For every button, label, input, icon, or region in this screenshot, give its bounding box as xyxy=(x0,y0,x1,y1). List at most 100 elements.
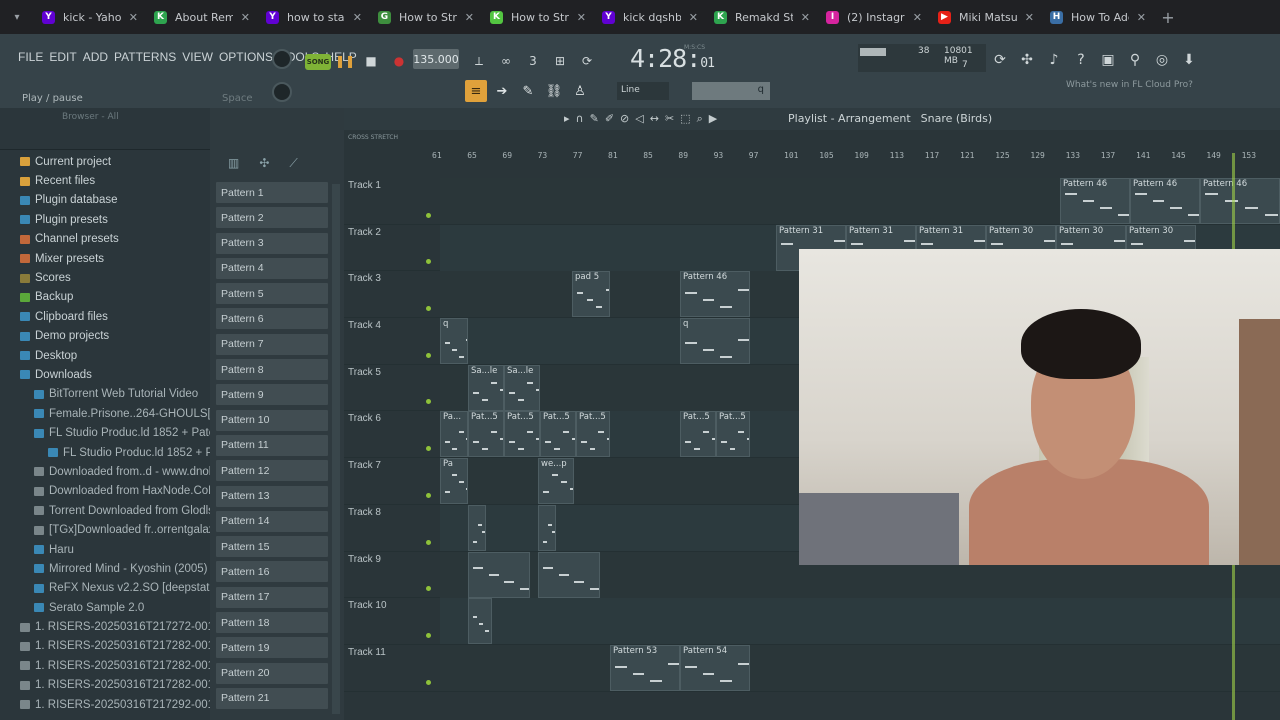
track-name[interactable]: Track 1 xyxy=(348,180,381,191)
track-mute-dot[interactable] xyxy=(426,632,431,638)
slice-icon[interactable]: ✂ xyxy=(665,112,674,126)
microphone-icon[interactable]: ♪ xyxy=(1044,50,1064,70)
pattern-clip[interactable] xyxy=(468,598,492,645)
tempo-display[interactable]: 135.000 xyxy=(413,49,459,69)
track-name[interactable]: Track 11 xyxy=(348,647,386,658)
tab-close-icon[interactable]: ✕ xyxy=(241,11,250,24)
brush-icon[interactable]: ✎ xyxy=(517,80,539,102)
link-icon[interactable]: ⛓ xyxy=(543,80,565,102)
pattern-selector[interactable]: q xyxy=(692,82,770,100)
pattern-scrollbar[interactable] xyxy=(332,184,340,714)
track-lane[interactable]: Pattern 53 Pattern 54 xyxy=(440,644,1280,691)
pattern-item[interactable]: Pattern 5 xyxy=(216,283,328,305)
tab-close-icon[interactable]: ✕ xyxy=(689,11,698,24)
stop-icon[interactable]: ■ xyxy=(360,50,382,72)
tab-close-icon[interactable]: ✕ xyxy=(129,11,138,24)
track-lane[interactable]: Pattern 46 Pattern 46 Pattern 46 xyxy=(440,178,1280,224)
tab-close-icon[interactable]: ✕ xyxy=(465,11,474,24)
track-name[interactable]: Track 8 xyxy=(348,507,381,518)
magnet-icon[interactable]: ∩ xyxy=(576,112,584,126)
tab-close-icon[interactable]: ✕ xyxy=(577,11,586,24)
pattern-item[interactable]: Pattern 8 xyxy=(216,359,328,381)
track-name[interactable]: Track 3 xyxy=(348,273,381,284)
pattern-item[interactable]: Pattern 19 xyxy=(216,637,328,659)
browser-item[interactable]: 1. RISERS-20250316T217282-001 (2) xyxy=(0,656,210,675)
slip-icon[interactable]: ↔ xyxy=(650,112,659,126)
pattern-clip[interactable]: Pat...5 xyxy=(576,411,610,458)
pattern-item[interactable]: Pattern 14 xyxy=(216,510,328,532)
pattern-clip[interactable] xyxy=(468,551,530,598)
browser-item[interactable]: [TGx]Downloaded fr..orrentgalaxy.to xyxy=(0,520,210,539)
browser-tab[interactable]: K About Remak ✕ xyxy=(146,0,258,34)
tab-search-icon[interactable]: ▾ xyxy=(0,0,34,34)
browser-tab[interactable]: K How to Strea ✕ xyxy=(482,0,594,34)
pattern-clip[interactable] xyxy=(538,504,556,551)
pattern-clip[interactable]: Sa...le xyxy=(504,364,540,411)
track-mute-dot[interactable] xyxy=(426,539,431,545)
record-icon[interactable]: ● xyxy=(388,50,410,72)
pattern-clip[interactable]: we...p xyxy=(538,458,574,505)
track-mute-dot[interactable] xyxy=(426,212,431,218)
menu-view[interactable]: VIEW xyxy=(182,50,213,64)
pattern-item[interactable]: Pattern 9 xyxy=(216,384,328,406)
pattern-item[interactable]: Pattern 21 xyxy=(216,687,328,709)
browser-item[interactable]: Mixer presets xyxy=(0,249,210,268)
blend-notes-icon[interactable]: ⊞ xyxy=(549,50,571,72)
new-tab-button[interactable]: + xyxy=(1154,8,1182,27)
browser-item[interactable]: Haru xyxy=(0,540,210,559)
browser-item[interactable]: Desktop xyxy=(0,346,210,365)
tab-close-icon[interactable]: ✕ xyxy=(1137,11,1146,24)
pattern-clip[interactable]: Pat...5 xyxy=(540,411,576,458)
browser-tab[interactable]: H How To Add ✕ xyxy=(1042,0,1154,34)
audio-clip-icon[interactable]: ✣ xyxy=(259,156,269,171)
pattern-clip[interactable]: q xyxy=(440,318,468,365)
pattern-clip[interactable] xyxy=(538,551,600,598)
browser-item[interactable]: Torrent Downloaded from Glodls.to xyxy=(0,501,210,520)
pattern-clip[interactable]: Pattern 46 xyxy=(1060,178,1130,224)
pattern-item[interactable]: Pattern 16 xyxy=(216,561,328,583)
browser-item[interactable]: Channel presets xyxy=(0,230,210,249)
menu-add[interactable]: ADD xyxy=(83,50,108,64)
options-icon[interactable]: ▸ xyxy=(564,112,570,126)
browser-item[interactable]: Scores xyxy=(0,268,210,287)
pattern-clip[interactable] xyxy=(468,504,486,551)
news-panel[interactable]: What's new in FL Cloud Pro? xyxy=(1066,80,1200,91)
browser-item[interactable]: FL Studio Produc.ld 1852 + Patch xyxy=(0,443,210,462)
pattern-item[interactable]: Pattern 13 xyxy=(216,485,328,507)
browser-tab[interactable]: Yhow to start ✕ xyxy=(258,0,370,34)
track-mute-dot[interactable] xyxy=(426,352,431,358)
pattern-item[interactable]: Pattern 4 xyxy=(216,257,328,279)
browser-item[interactable]: ReFX Nexus v2.2.SO [deepstatus] xyxy=(0,579,210,598)
pattern-item[interactable]: Pattern 11 xyxy=(216,434,328,456)
browser-item[interactable]: Plugin presets xyxy=(0,210,210,229)
pattern-clip[interactable]: Pat...5 xyxy=(680,411,716,458)
pattern-clip[interactable]: pad 5 xyxy=(572,271,610,318)
track-mute-dot[interactable] xyxy=(426,306,431,312)
browser-item[interactable]: 1. RISERS-20250316T217282-001 xyxy=(0,676,210,695)
pattern-item[interactable]: Pattern 2 xyxy=(216,207,328,229)
delete-icon[interactable]: ⊘ xyxy=(620,112,629,126)
select-icon[interactable]: ⬚ xyxy=(680,112,690,126)
pattern-clip[interactable]: Pat...5 xyxy=(468,411,504,458)
browser-tab[interactable]: G How to Strea ✕ xyxy=(370,0,482,34)
save-icon[interactable]: ▣ xyxy=(1098,50,1118,70)
settings-icon[interactable]: ✣ xyxy=(1017,50,1037,70)
plugin-icon[interactable]: ⚲ xyxy=(1125,50,1145,70)
countdown-icon[interactable]: 3 xyxy=(522,50,544,72)
automation-icon[interactable]: ⟋ xyxy=(289,156,297,171)
stamp-icon[interactable]: ♙ xyxy=(569,80,591,102)
track-name[interactable]: Track 2 xyxy=(348,227,381,238)
tab-close-icon[interactable]: ✕ xyxy=(353,11,362,24)
browser-item[interactable]: Current project xyxy=(0,152,210,171)
menu-options[interactable]: OPTIONS xyxy=(219,50,273,64)
pattern-clip[interactable]: Pat...5 xyxy=(716,411,750,458)
tab-close-icon[interactable]: ✕ xyxy=(913,11,922,24)
track-lane[interactable] xyxy=(440,598,1280,645)
pattern-clip[interactable]: Sa...le xyxy=(468,364,504,411)
pattern-item[interactable]: Pattern 15 xyxy=(216,536,328,558)
help-icon[interactable]: ? xyxy=(1071,50,1091,70)
browser-item[interactable]: Demo projects xyxy=(0,327,210,346)
pattern-item[interactable]: Pattern 17 xyxy=(216,586,328,608)
track-mute-dot[interactable] xyxy=(426,679,431,685)
draw-icon[interactable]: ✎ xyxy=(590,112,599,126)
